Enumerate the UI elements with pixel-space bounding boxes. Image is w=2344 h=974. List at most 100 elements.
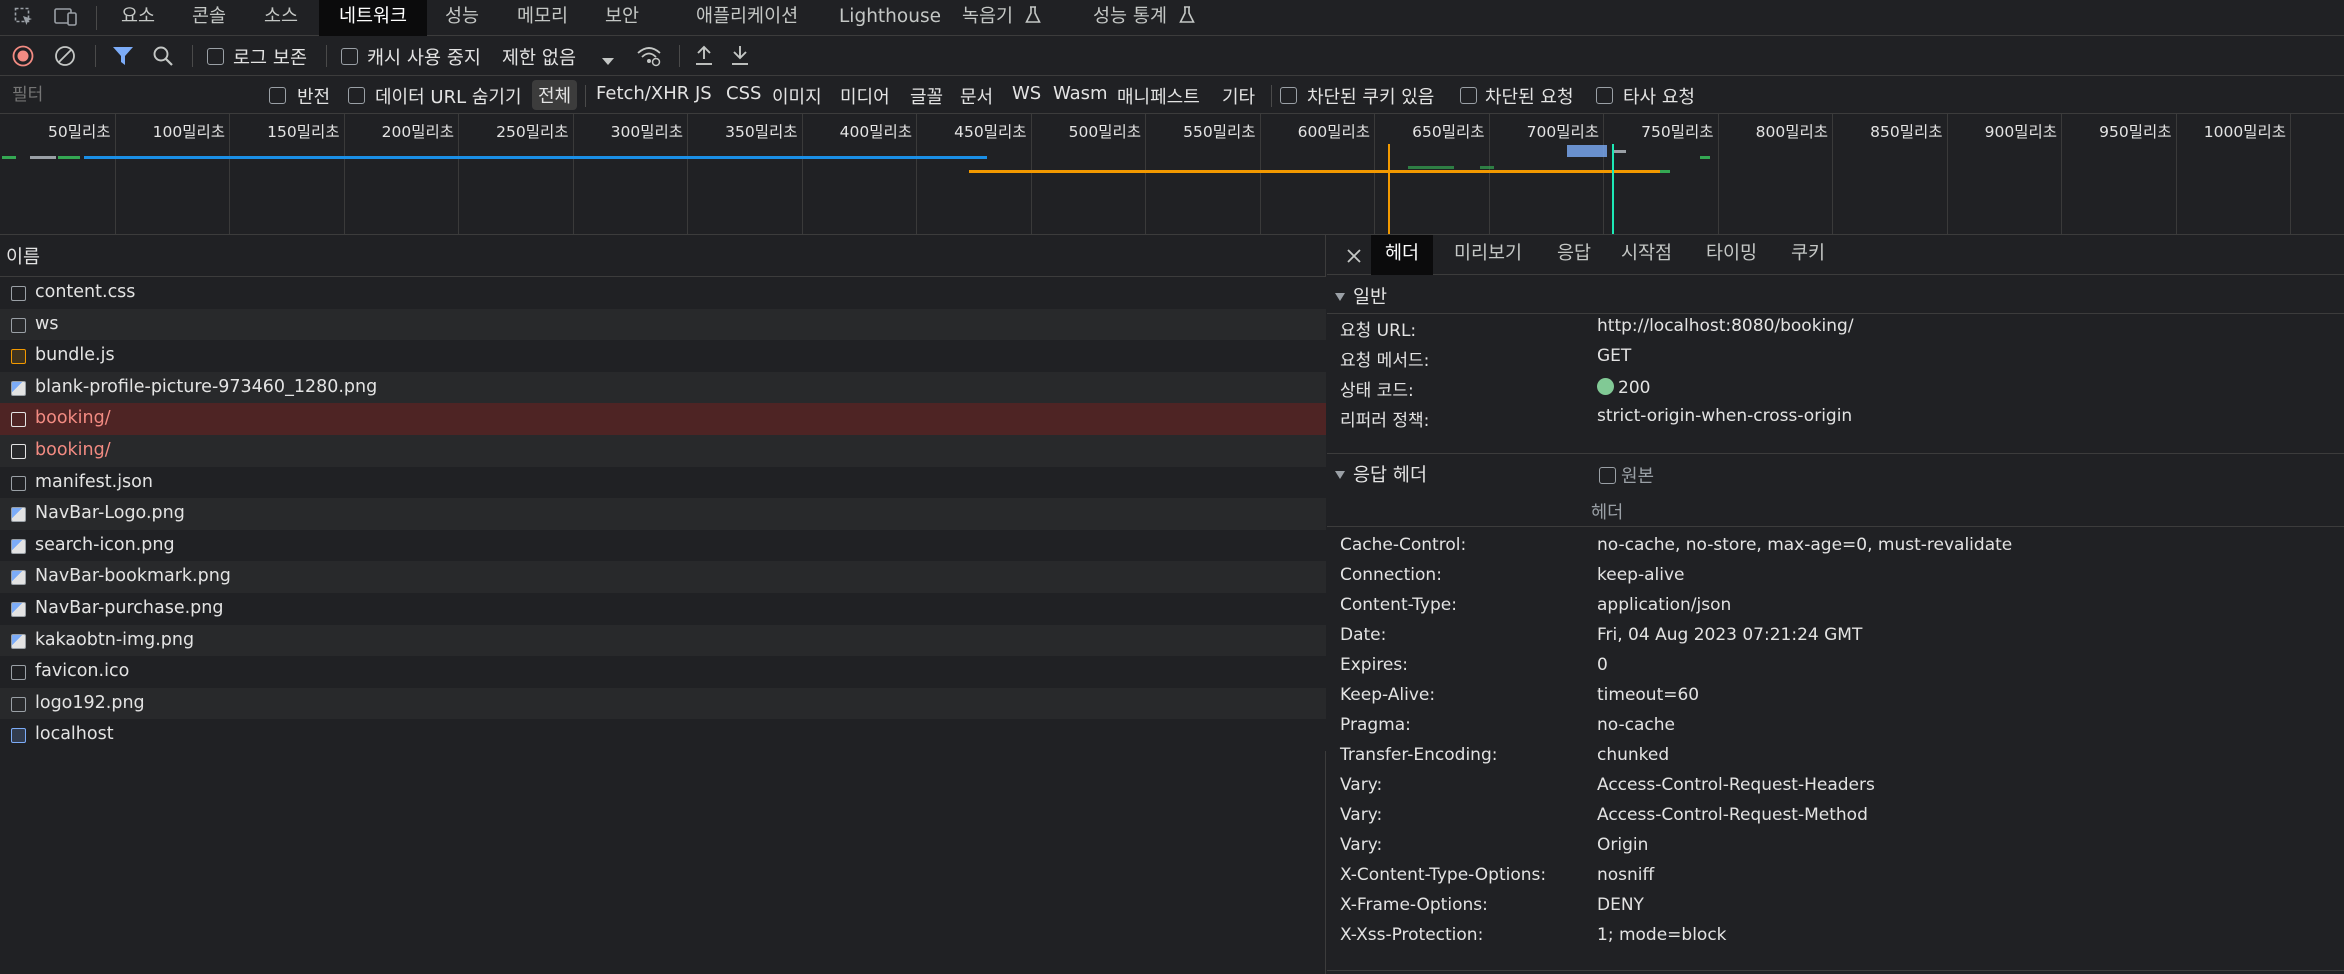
third-party-checkbox[interactable] bbox=[1596, 87, 1613, 104]
response-header-key: Keep-Alive: bbox=[1340, 685, 1436, 705]
tab-recorder[interactable]: 녹음기 bbox=[962, 0, 1041, 36]
timeline-tick-label: 100밀리초 bbox=[152, 123, 225, 141]
timeline-tick-label: 400밀리초 bbox=[839, 123, 912, 141]
filter-type-css[interactable]: CSS bbox=[726, 83, 761, 104]
timeline-tick-label: 350밀리초 bbox=[725, 123, 798, 141]
tab-preview[interactable]: 미리보기 bbox=[1454, 235, 1522, 275]
tab-initiator[interactable]: 시작점 bbox=[1621, 235, 1672, 275]
record-stop-icon[interactable] bbox=[12, 45, 34, 72]
filter-type-wasm[interactable]: Wasm bbox=[1053, 83, 1108, 104]
response-header-key: X-Content-Type-Options: bbox=[1340, 865, 1547, 885]
clear-icon[interactable] bbox=[54, 45, 76, 72]
tab-headers[interactable]: 헤더 bbox=[1371, 235, 1434, 275]
tab-console[interactable]: 콘솔 bbox=[192, 0, 226, 36]
filter-type-fetch-xhr[interactable]: Fetch/XHR bbox=[596, 83, 689, 104]
tab-lighthouse[interactable]: Lighthouse bbox=[839, 0, 941, 36]
table-row[interactable]: localhost bbox=[0, 719, 1326, 751]
filter-input[interactable] bbox=[4, 81, 256, 109]
timeline-overview[interactable]: 50밀리초 100밀리초 150밀리초 200밀리초 250밀리초 300밀리초 350밀리… bbox=[0, 114, 2344, 235]
tab-performance[interactable]: 성능 bbox=[445, 0, 479, 36]
response-header-key: Vary: bbox=[1340, 835, 1383, 855]
filter-bar: 반전 데이터 URL 숨기기 전체 Fetch/XHR JS CSS 이미지 미… bbox=[0, 77, 2344, 114]
raw-headers-checkbox[interactable] bbox=[1599, 467, 1616, 484]
table-row[interactable]: manifest.json bbox=[0, 466, 1326, 499]
tab-sources[interactable]: 소스 bbox=[264, 0, 298, 36]
filter-type-manifest[interactable]: 매니페스트 bbox=[1117, 83, 1200, 109]
table-row[interactable]: NavBar-purchase.png bbox=[0, 593, 1326, 625]
filter-funnel-icon[interactable] bbox=[112, 46, 134, 71]
column-header-name[interactable]: 이름 bbox=[0, 235, 1326, 277]
tab-application[interactable]: 애플리케이션 bbox=[696, 0, 798, 36]
preserve-log-checkbox[interactable] bbox=[207, 48, 224, 65]
table-row[interactable]: NavBar-Logo.png bbox=[0, 498, 1326, 530]
tab-cookies[interactable]: 쿠키 bbox=[1791, 235, 1825, 275]
inspect-element-icon[interactable] bbox=[14, 7, 34, 27]
filter-type-media[interactable]: 미디어 bbox=[840, 83, 890, 109]
request-name: favicon.ico bbox=[35, 661, 130, 682]
table-row[interactable]: logo192.png bbox=[0, 687, 1326, 720]
timeline-tick-label: 900밀리초 bbox=[1984, 123, 2057, 141]
tab-timing[interactable]: 타이밍 bbox=[1706, 235, 1757, 275]
blocked-cookies-checkbox[interactable] bbox=[1280, 87, 1297, 104]
search-icon[interactable] bbox=[152, 45, 174, 72]
timeline-tick-label: 600밀리초 bbox=[1297, 123, 1370, 141]
tab-recorder-label: 녹음기 bbox=[962, 6, 1014, 27]
tab-performance-insights[interactable]: 성능 통계 bbox=[1093, 0, 1195, 36]
request-name: NavBar-bookmark.png bbox=[35, 566, 231, 587]
filter-type-js[interactable]: JS bbox=[695, 83, 712, 104]
response-header-value: Access-Control-Request-Method bbox=[1597, 805, 1868, 825]
request-name: blank-profile-picture-973460_1280.png bbox=[35, 376, 378, 397]
table-row[interactable]: bundle.js bbox=[0, 340, 1326, 372]
table-row[interactable]: search-icon.png bbox=[0, 529, 1326, 562]
response-header-value: chunked bbox=[1597, 745, 1670, 765]
device-toolbar-icon[interactable] bbox=[54, 7, 78, 27]
disable-cache-checkbox[interactable] bbox=[341, 48, 358, 65]
network-conditions-icon[interactable] bbox=[636, 44, 662, 73]
third-party-label: 타사 요청 bbox=[1623, 87, 1695, 108]
timeline-tick-label: 750밀리초 bbox=[1641, 123, 1714, 141]
triangle-down-icon bbox=[1335, 471, 1345, 479]
table-row[interactable]: blank-profile-picture-973460_1280.png bbox=[0, 371, 1326, 404]
close-icon[interactable] bbox=[1346, 248, 1362, 269]
table-row[interactable]: kakaobtn-img.png bbox=[0, 624, 1326, 657]
chevron-down-icon[interactable] bbox=[601, 51, 615, 72]
response-header-key: Content-Type: bbox=[1340, 595, 1457, 615]
table-row[interactable]: content.css bbox=[0, 277, 1326, 309]
tab-elements[interactable]: 요소 bbox=[121, 0, 155, 36]
filter-type-doc[interactable]: 문서 bbox=[960, 83, 993, 109]
timeline-bar bbox=[58, 156, 80, 159]
response-headers-section-header[interactable]: 응답 헤더 원본 헤더 bbox=[1327, 454, 2344, 527]
filter-type-ws[interactable]: WS bbox=[1012, 83, 1041, 104]
filter-type-font[interactable]: 글꼴 bbox=[910, 83, 943, 109]
image-file-icon bbox=[11, 538, 26, 554]
filter-type-all[interactable]: 전체 bbox=[532, 80, 578, 110]
table-row[interactable]: booking/ bbox=[0, 403, 1326, 435]
invert-checkbox[interactable] bbox=[269, 87, 286, 104]
tab-memory[interactable]: 메모리 bbox=[517, 0, 568, 36]
response-header-value: timeout=60 bbox=[1597, 685, 1700, 705]
table-row[interactable]: favicon.ico bbox=[0, 656, 1326, 688]
tab-response[interactable]: 응답 bbox=[1557, 235, 1591, 275]
blocked-requests-checkbox[interactable] bbox=[1460, 87, 1477, 104]
import-har-icon[interactable] bbox=[694, 44, 714, 71]
response-header-value: Access-Control-Request-Headers bbox=[1597, 775, 1875, 795]
raw-headers-label: 원본 bbox=[1621, 466, 1655, 487]
triangle-down-icon bbox=[1335, 293, 1345, 301]
response-header-key: Date: bbox=[1340, 625, 1387, 645]
response-header-value: Origin bbox=[1597, 835, 1649, 855]
table-row[interactable]: booking/ bbox=[0, 435, 1326, 467]
image-file-icon bbox=[11, 633, 26, 649]
tab-network[interactable]: 네트워크 bbox=[319, 0, 428, 36]
filter-type-img[interactable]: 이미지 bbox=[772, 83, 822, 109]
table-row[interactable]: NavBar-bookmark.png bbox=[0, 561, 1326, 593]
general-section-header[interactable]: 일반 bbox=[1327, 276, 2344, 314]
filter-type-other[interactable]: 기타 bbox=[1222, 83, 1255, 109]
timeline-tick-label: 450밀리초 bbox=[954, 123, 1027, 141]
throttle-select[interactable]: 제한 없음 bbox=[502, 44, 576, 70]
table-row[interactable]: ws bbox=[0, 308, 1326, 341]
tab-security[interactable]: 보안 bbox=[605, 0, 639, 36]
blocked-requests-label: 차단된 요청 bbox=[1485, 87, 1574, 108]
hide-data-urls-checkbox[interactable] bbox=[348, 87, 365, 104]
response-header-value: Fri, 04 Aug 2023 07:21:24 GMT bbox=[1597, 625, 1863, 645]
export-har-icon[interactable] bbox=[730, 44, 750, 71]
